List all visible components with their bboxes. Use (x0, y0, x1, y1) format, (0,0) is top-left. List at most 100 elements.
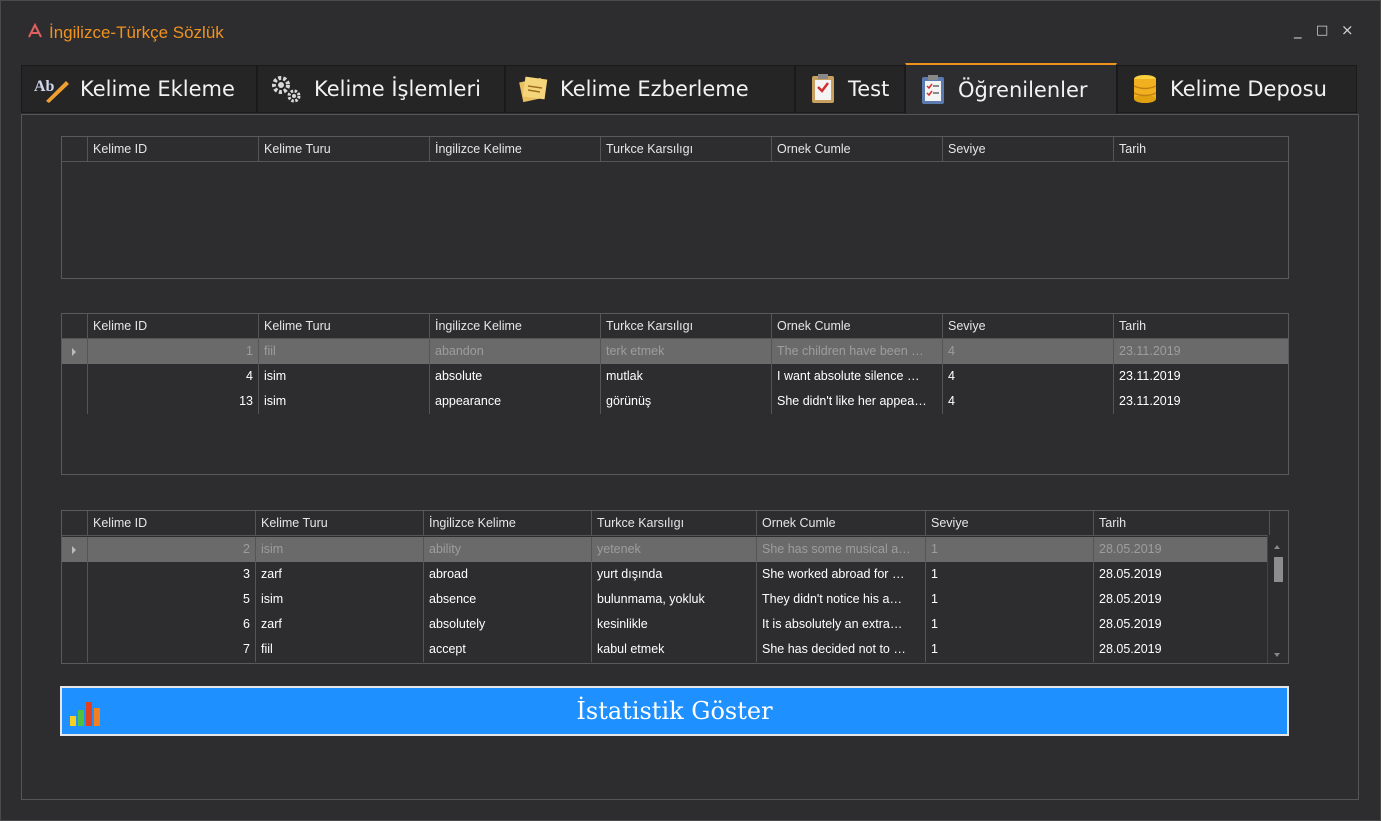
tab-test[interactable]: Test (795, 65, 905, 113)
minimize-button[interactable]: _ (1294, 21, 1302, 39)
cell-kelime-id[interactable]: 13 (87, 389, 258, 414)
column-header[interactable]: Tarih (1113, 314, 1288, 338)
column-header[interactable]: Kelime ID (87, 314, 258, 338)
close-button[interactable]: × (1341, 21, 1354, 39)
tab-kelime-islemleri[interactable]: Kelime İşlemleri (257, 65, 505, 113)
cell-seviye[interactable]: 1 (925, 637, 1093, 662)
cell-turkce-karsiligi[interactable]: yetenek (591, 537, 756, 562)
cell-ornek-cumle[interactable]: She worked abroad for … (756, 562, 925, 587)
column-header[interactable]: İngilizce Kelime (429, 314, 600, 338)
scroll-up-icon[interactable] (1274, 545, 1280, 549)
column-header[interactable]: Kelime Turu (258, 314, 429, 338)
scroll-thumb[interactable] (1274, 557, 1283, 582)
cell-ingilizce-kelime[interactable]: absence (423, 587, 591, 612)
cell-ornek-cumle[interactable]: It is absolutely an extra… (756, 612, 925, 637)
cell-ornek-cumle[interactable]: She has some musical a… (756, 537, 925, 562)
cell-kelime-id[interactable]: 5 (87, 587, 255, 612)
column-header[interactable]: Turkce Karsılıgı (600, 137, 771, 161)
column-header[interactable]: Tarih (1113, 137, 1288, 161)
cell-tarih[interactable]: 28.05.2019 (1093, 612, 1269, 637)
cell-turkce-karsiligi[interactable]: görünüş (600, 389, 771, 414)
tab-kelime-deposu[interactable]: Kelime Deposu (1117, 65, 1357, 113)
cell-kelime-turu[interactable]: fiil (258, 339, 429, 364)
cell-ingilizce-kelime[interactable]: ability (423, 537, 591, 562)
cell-tarih[interactable]: 23.11.2019 (1113, 389, 1288, 414)
cell-kelime-turu[interactable]: isim (258, 364, 429, 389)
cell-turkce-karsiligi[interactable]: terk etmek (600, 339, 771, 364)
column-header[interactable]: Ornek Cumle (756, 511, 925, 535)
cell-kelime-turu[interactable]: isim (255, 587, 423, 612)
column-header[interactable]: Seviye (942, 137, 1113, 161)
column-header[interactable]: İngilizce Kelime (429, 137, 600, 161)
cell-kelime-id[interactable]: 2 (87, 537, 255, 562)
tab-kelime-ezberleme[interactable]: Kelime Ezberleme (505, 65, 795, 113)
cell-ornek-cumle[interactable]: The children have been … (771, 339, 942, 364)
row-selector[interactable] (62, 562, 87, 587)
row-selector[interactable] (62, 587, 87, 612)
table-row[interactable]: 2 isim ability yetenek She has some musi… (62, 537, 1269, 562)
table-row[interactable]: 7 fiil accept kabul etmek She has decide… (62, 637, 1269, 662)
table-row[interactable]: 3 zarf abroad yurt dışında She worked ab… (62, 562, 1269, 587)
cell-tarih[interactable]: 23.11.2019 (1113, 364, 1288, 389)
column-header[interactable]: Kelime ID (87, 137, 258, 161)
cell-kelime-turu[interactable]: isim (255, 537, 423, 562)
row-selector[interactable] (62, 389, 87, 414)
cell-ornek-cumle[interactable]: She didn't like her appea… (771, 389, 942, 414)
cell-tarih[interactable]: 28.05.2019 (1093, 537, 1269, 562)
row-selector[interactable] (62, 637, 87, 662)
cell-seviye[interactable]: 1 (925, 587, 1093, 612)
column-header[interactable]: Kelime ID (87, 511, 255, 535)
column-header[interactable]: Tarih (1093, 511, 1269, 535)
column-header[interactable]: Ornek Cumle (771, 314, 942, 338)
column-header[interactable]: Turkce Karsılıgı (600, 314, 771, 338)
learned-grid-level1[interactable]: Kelime ID Kelime Turu İngilizce Kelime T… (61, 510, 1289, 664)
tab-ogrenilenler[interactable]: Öğrenilenler (905, 63, 1117, 115)
table-row[interactable]: 6 zarf absolutely kesinlikle It is absol… (62, 612, 1269, 637)
cell-kelime-turu[interactable]: zarf (255, 562, 423, 587)
cell-tarih[interactable]: 28.05.2019 (1093, 587, 1269, 612)
cell-turkce-karsiligi[interactable]: kabul etmek (591, 637, 756, 662)
table-row[interactable]: 4 isim absolute mutlak I want absolute s… (62, 364, 1288, 389)
cell-ingilizce-kelime[interactable]: abandon (429, 339, 600, 364)
cell-seviye[interactable]: 1 (925, 562, 1093, 587)
column-header[interactable]: Kelime Turu (255, 511, 423, 535)
cell-kelime-id[interactable]: 6 (87, 612, 255, 637)
cell-ingilizce-kelime[interactable]: abroad (423, 562, 591, 587)
cell-seviye[interactable]: 1 (925, 612, 1093, 637)
cell-ingilizce-kelime[interactable]: absolute (429, 364, 600, 389)
cell-kelime-turu[interactable]: fiil (255, 637, 423, 662)
cell-seviye[interactable]: 4 (942, 364, 1113, 389)
cell-seviye[interactable]: 1 (925, 537, 1093, 562)
cell-kelime-turu[interactable]: zarf (255, 612, 423, 637)
tab-kelime-ekleme[interactable]: Ab Kelime Ekleme (21, 65, 257, 113)
cell-kelime-id[interactable]: 1 (87, 339, 258, 364)
column-header[interactable]: İngilizce Kelime (423, 511, 591, 535)
table-row[interactable]: 1 fiil abandon terk etmek The children h… (62, 339, 1288, 364)
column-header[interactable]: Seviye (925, 511, 1093, 535)
show-statistics-button[interactable]: İstatistik Göster (60, 686, 1289, 736)
cell-tarih[interactable]: 28.05.2019 (1093, 637, 1269, 662)
cell-tarih[interactable]: 23.11.2019 (1113, 339, 1288, 364)
cell-ornek-cumle[interactable]: They didn't notice his a… (756, 587, 925, 612)
column-header[interactable]: Turkce Karsılıgı (591, 511, 756, 535)
vertical-scrollbar[interactable] (1267, 535, 1288, 663)
cell-turkce-karsiligi[interactable]: mutlak (600, 364, 771, 389)
column-header[interactable]: Seviye (942, 314, 1113, 338)
cell-seviye[interactable]: 4 (942, 389, 1113, 414)
cell-kelime-id[interactable]: 3 (87, 562, 255, 587)
cell-ingilizce-kelime[interactable]: appearance (429, 389, 600, 414)
maximize-button[interactable]: □ (1316, 23, 1328, 38)
learned-grid-level4[interactable]: Kelime ID Kelime Turu İngilizce Kelime T… (61, 313, 1289, 475)
cell-turkce-karsiligi[interactable]: yurt dışında (591, 562, 756, 587)
table-row[interactable]: 13 isim appearance görünüş She didn't li… (62, 389, 1288, 414)
cell-turkce-karsiligi[interactable]: kesinlikle (591, 612, 756, 637)
learned-grid-empty[interactable]: Kelime ID Kelime Turu İngilizce Kelime T… (61, 136, 1289, 279)
column-header[interactable]: Ornek Cumle (771, 137, 942, 161)
cell-turkce-karsiligi[interactable]: bulunmama, yokluk (591, 587, 756, 612)
cell-ornek-cumle[interactable]: I want absolute silence … (771, 364, 942, 389)
cell-kelime-turu[interactable]: isim (258, 389, 429, 414)
cell-tarih[interactable]: 28.05.2019 (1093, 562, 1269, 587)
row-selector[interactable] (62, 612, 87, 637)
cell-seviye[interactable]: 4 (942, 339, 1113, 364)
cell-ingilizce-kelime[interactable]: accept (423, 637, 591, 662)
